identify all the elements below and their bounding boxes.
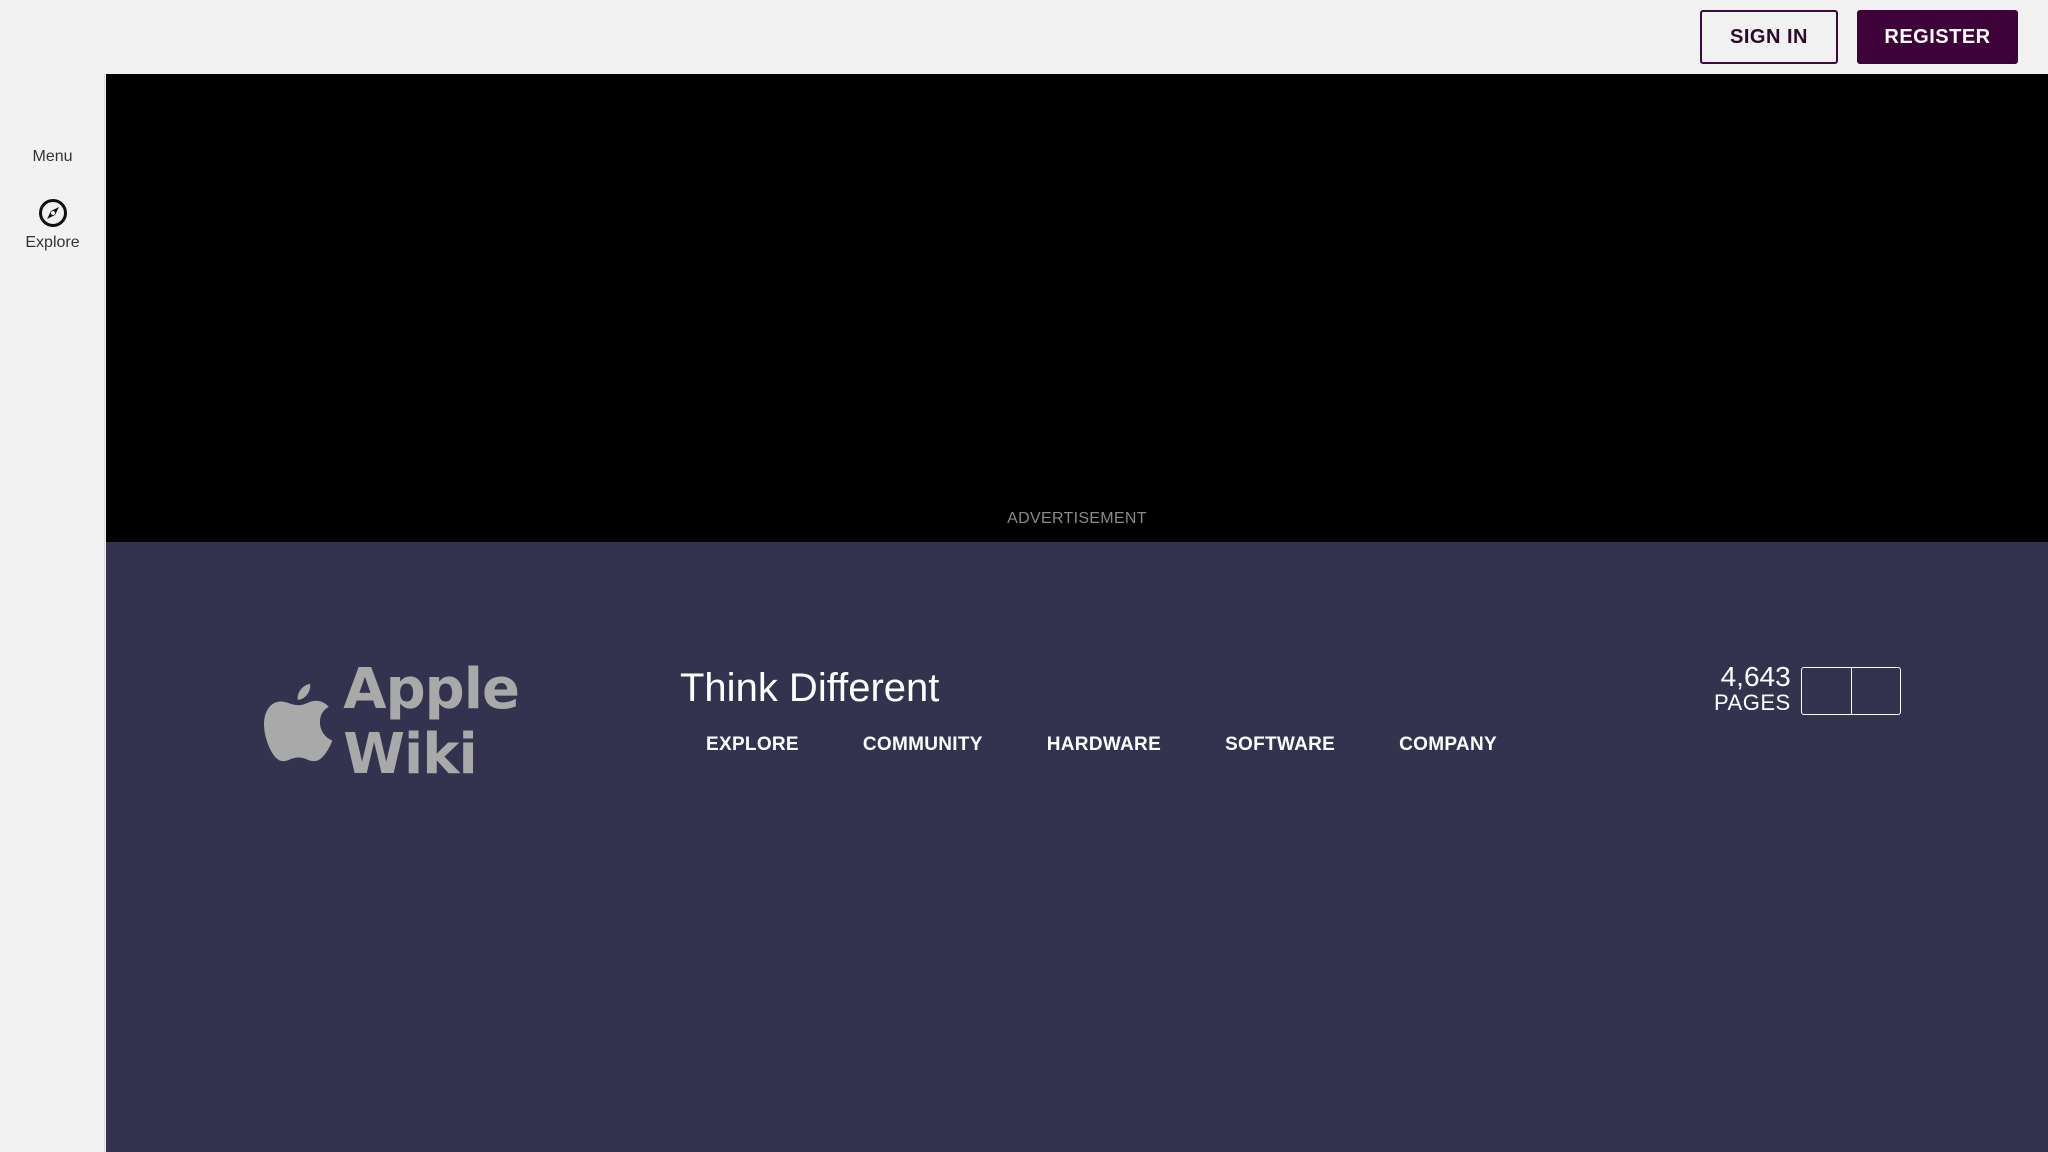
compass-icon xyxy=(38,199,67,227)
page-count-label: PAGES xyxy=(1714,690,1791,715)
nav-community[interactable]: COMMUNITY xyxy=(863,734,983,756)
left-rail: Menu Explore xyxy=(0,74,105,1152)
nav-hardware[interactable]: HARDWARE xyxy=(1047,734,1161,756)
header-tools xyxy=(1801,667,1901,715)
rail-menu-label: Menu xyxy=(32,148,73,165)
page-count: 4,643 PAGES xyxy=(1714,662,1791,714)
header-tool-button-2[interactable] xyxy=(1850,668,1901,714)
rail-explore-button[interactable]: Explore xyxy=(0,198,105,252)
nav-company[interactable]: COMPANY xyxy=(1399,734,1497,756)
rail-explore-label: Explore xyxy=(25,234,80,251)
page-count-value: 4,643 xyxy=(1720,661,1791,692)
sign-in-button[interactable]: SIGN IN xyxy=(1700,10,1838,64)
wiki-logo[interactable]: Apple Wiki xyxy=(264,657,634,787)
rail-menu-button[interactable]: Menu xyxy=(0,148,105,166)
advertisement-slot[interactable]: ADVERTISEMENT xyxy=(106,74,2048,542)
community-nav: EXPLORE COMMUNITY HARDWARE SOFTWARE COMP… xyxy=(706,734,1561,756)
apple-logo-icon xyxy=(264,683,333,762)
community-header: Apple Wiki Think Different EXPLORE COMMU… xyxy=(106,542,2048,1152)
nav-explore[interactable]: EXPLORE xyxy=(706,734,799,756)
header-tool-button-1[interactable] xyxy=(1802,668,1851,714)
wiki-logo-text: Apple Wiki xyxy=(343,657,520,787)
register-button[interactable]: REGISTER xyxy=(1857,10,2018,64)
top-bar: SIGN IN REGISTER xyxy=(0,0,2048,74)
site-title[interactable]: Think Different xyxy=(680,666,939,711)
nav-software[interactable]: SOFTWARE xyxy=(1225,734,1335,756)
advertisement-label: ADVERTISEMENT xyxy=(1007,510,1147,527)
